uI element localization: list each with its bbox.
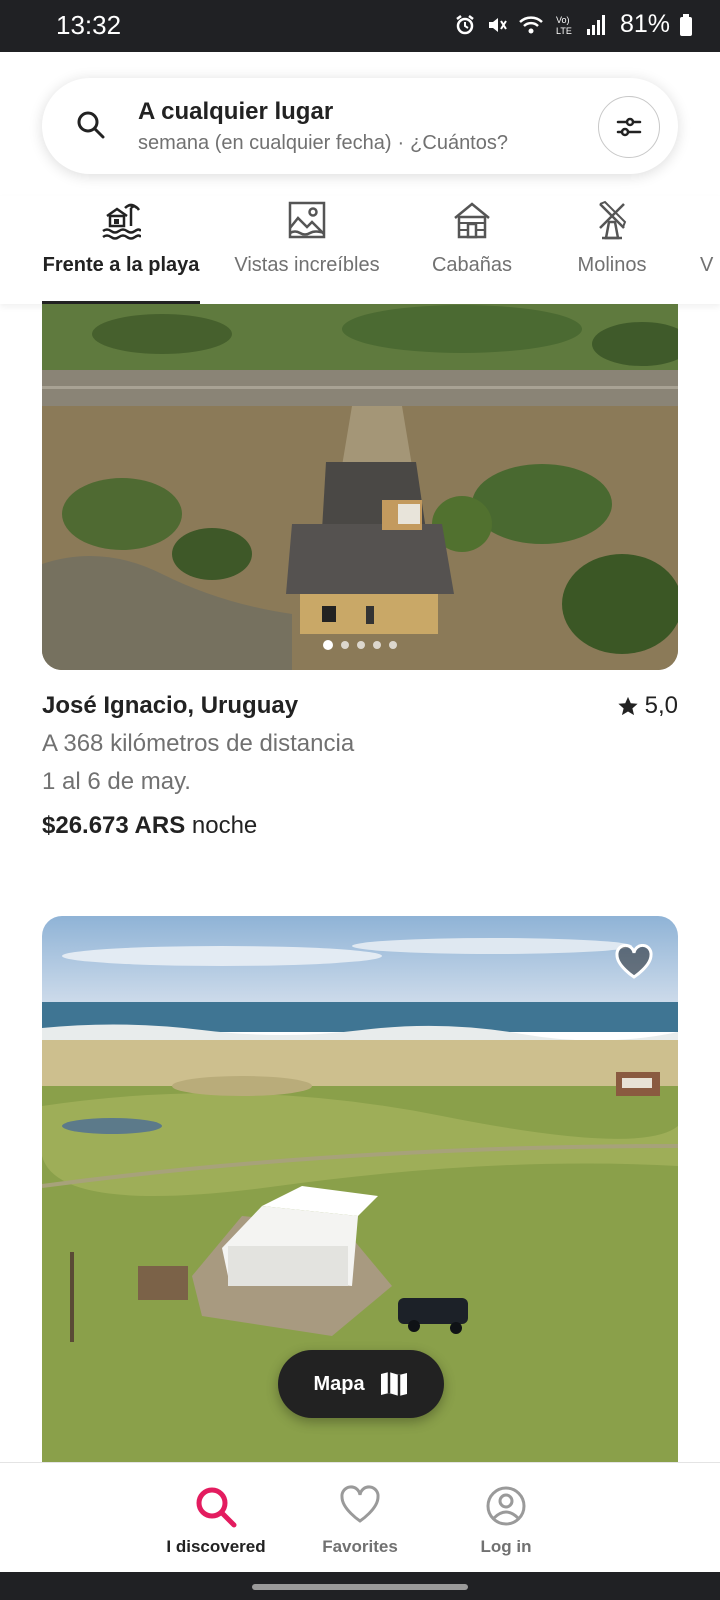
svg-text:LTE: LTE bbox=[556, 26, 572, 36]
battery-percentage: 81% bbox=[619, 10, 670, 38]
nav-label: I discovered bbox=[166, 1537, 266, 1556]
listing-rating: 5,0 bbox=[617, 692, 678, 720]
map-button-label: Mapa bbox=[313, 1372, 365, 1395]
volte-icon: Vo)LTE bbox=[556, 15, 572, 36]
nav-label: Log in bbox=[480, 1537, 532, 1556]
rating-value: 5,0 bbox=[644, 692, 678, 719]
cabin-icon bbox=[454, 202, 490, 239]
heart-icon bbox=[340, 1485, 380, 1523]
listing-photo[interactable] bbox=[42, 304, 678, 670]
price-unit: noche bbox=[191, 812, 258, 839]
pager-dot bbox=[389, 641, 397, 649]
windmill-icon bbox=[599, 200, 627, 240]
search-icon bbox=[196, 1487, 237, 1528]
map-button[interactable]: Mapa bbox=[278, 1350, 444, 1418]
profile-icon bbox=[486, 1486, 526, 1526]
tab-frente-a-la-playa[interactable]: Frente a la playa bbox=[42, 196, 200, 304]
star-icon bbox=[618, 696, 638, 716]
mute-icon bbox=[488, 17, 507, 32]
tab-label: V bbox=[700, 254, 714, 276]
listing-dates: 1 al 6 de may. bbox=[42, 768, 191, 795]
listing-image bbox=[42, 304, 678, 670]
listing-distance: A 368 kilómetros de distancia bbox=[42, 730, 355, 757]
nav-discover[interactable]: I discovered bbox=[146, 1463, 286, 1573]
listing-price: $26.673 ARS noche bbox=[42, 812, 257, 840]
tab-next[interactable]: V bbox=[700, 196, 720, 304]
favorite-button[interactable] bbox=[614, 944, 654, 985]
tab-cabanas[interactable]: Cabañas bbox=[418, 196, 526, 304]
search-icon bbox=[77, 111, 105, 139]
filters-icon bbox=[616, 117, 642, 137]
tab-label: Vistas increíbles bbox=[234, 254, 380, 276]
tab-vistas-increibles[interactable]: Vistas increíbles bbox=[226, 196, 388, 304]
gesture-area bbox=[0, 1572, 720, 1600]
search-dates: semana (en cualquier fecha) bbox=[138, 132, 392, 154]
pager-dot bbox=[373, 641, 381, 649]
heart-icon bbox=[615, 944, 653, 979]
map-icon bbox=[380, 1372, 407, 1396]
search-bar[interactable]: A cualquier lugar semana (en cualquier f… bbox=[42, 78, 678, 174]
gesture-handle[interactable] bbox=[252, 1584, 468, 1590]
search-guests: ¿Cuántos? bbox=[410, 132, 508, 154]
battery-icon bbox=[680, 13, 692, 36]
photo-pager bbox=[323, 640, 397, 650]
beach-house-icon bbox=[102, 203, 141, 240]
bottom-nav: I discovered Favorites Log in bbox=[0, 1462, 720, 1572]
category-tabs: Frente a la playa Vistas increíbles Caba… bbox=[0, 196, 720, 304]
pager-dot bbox=[357, 641, 365, 649]
tab-label: Frente a la playa bbox=[42, 254, 200, 276]
nav-label: Favorites bbox=[322, 1537, 398, 1556]
status-bar: 13:32 Vo) LTE 81% bbox=[0, 0, 720, 52]
tab-label: Molinos bbox=[577, 254, 647, 276]
wifi-icon bbox=[519, 15, 543, 33]
nav-login[interactable]: Log in bbox=[436, 1463, 576, 1573]
svg-text:Vo): Vo) bbox=[556, 15, 570, 25]
search-details: semana (en cualquier fecha) · ¿Cuántos? bbox=[138, 132, 508, 155]
status-time: 13:32 bbox=[56, 10, 122, 40]
tab-label: Cabañas bbox=[431, 254, 513, 276]
pager-dot bbox=[341, 641, 349, 649]
pager-dot bbox=[323, 640, 333, 650]
filters-button[interactable] bbox=[598, 96, 660, 158]
tab-molinos[interactable]: Molinos bbox=[562, 196, 662, 304]
price-amount: $26.673 ARS bbox=[42, 812, 186, 839]
status-icons: Vo) LTE 81% bbox=[454, 10, 692, 39]
amazing-views-icon bbox=[288, 201, 326, 239]
listing-location[interactable]: José Ignacio, Uruguay bbox=[42, 692, 298, 720]
search-destination: A cualquier lugar bbox=[138, 98, 334, 125]
alarm-icon bbox=[456, 14, 474, 34]
search-separator: · bbox=[397, 132, 405, 154]
nav-favorites[interactable]: Favorites bbox=[290, 1463, 430, 1573]
signal-icon bbox=[586, 14, 605, 35]
